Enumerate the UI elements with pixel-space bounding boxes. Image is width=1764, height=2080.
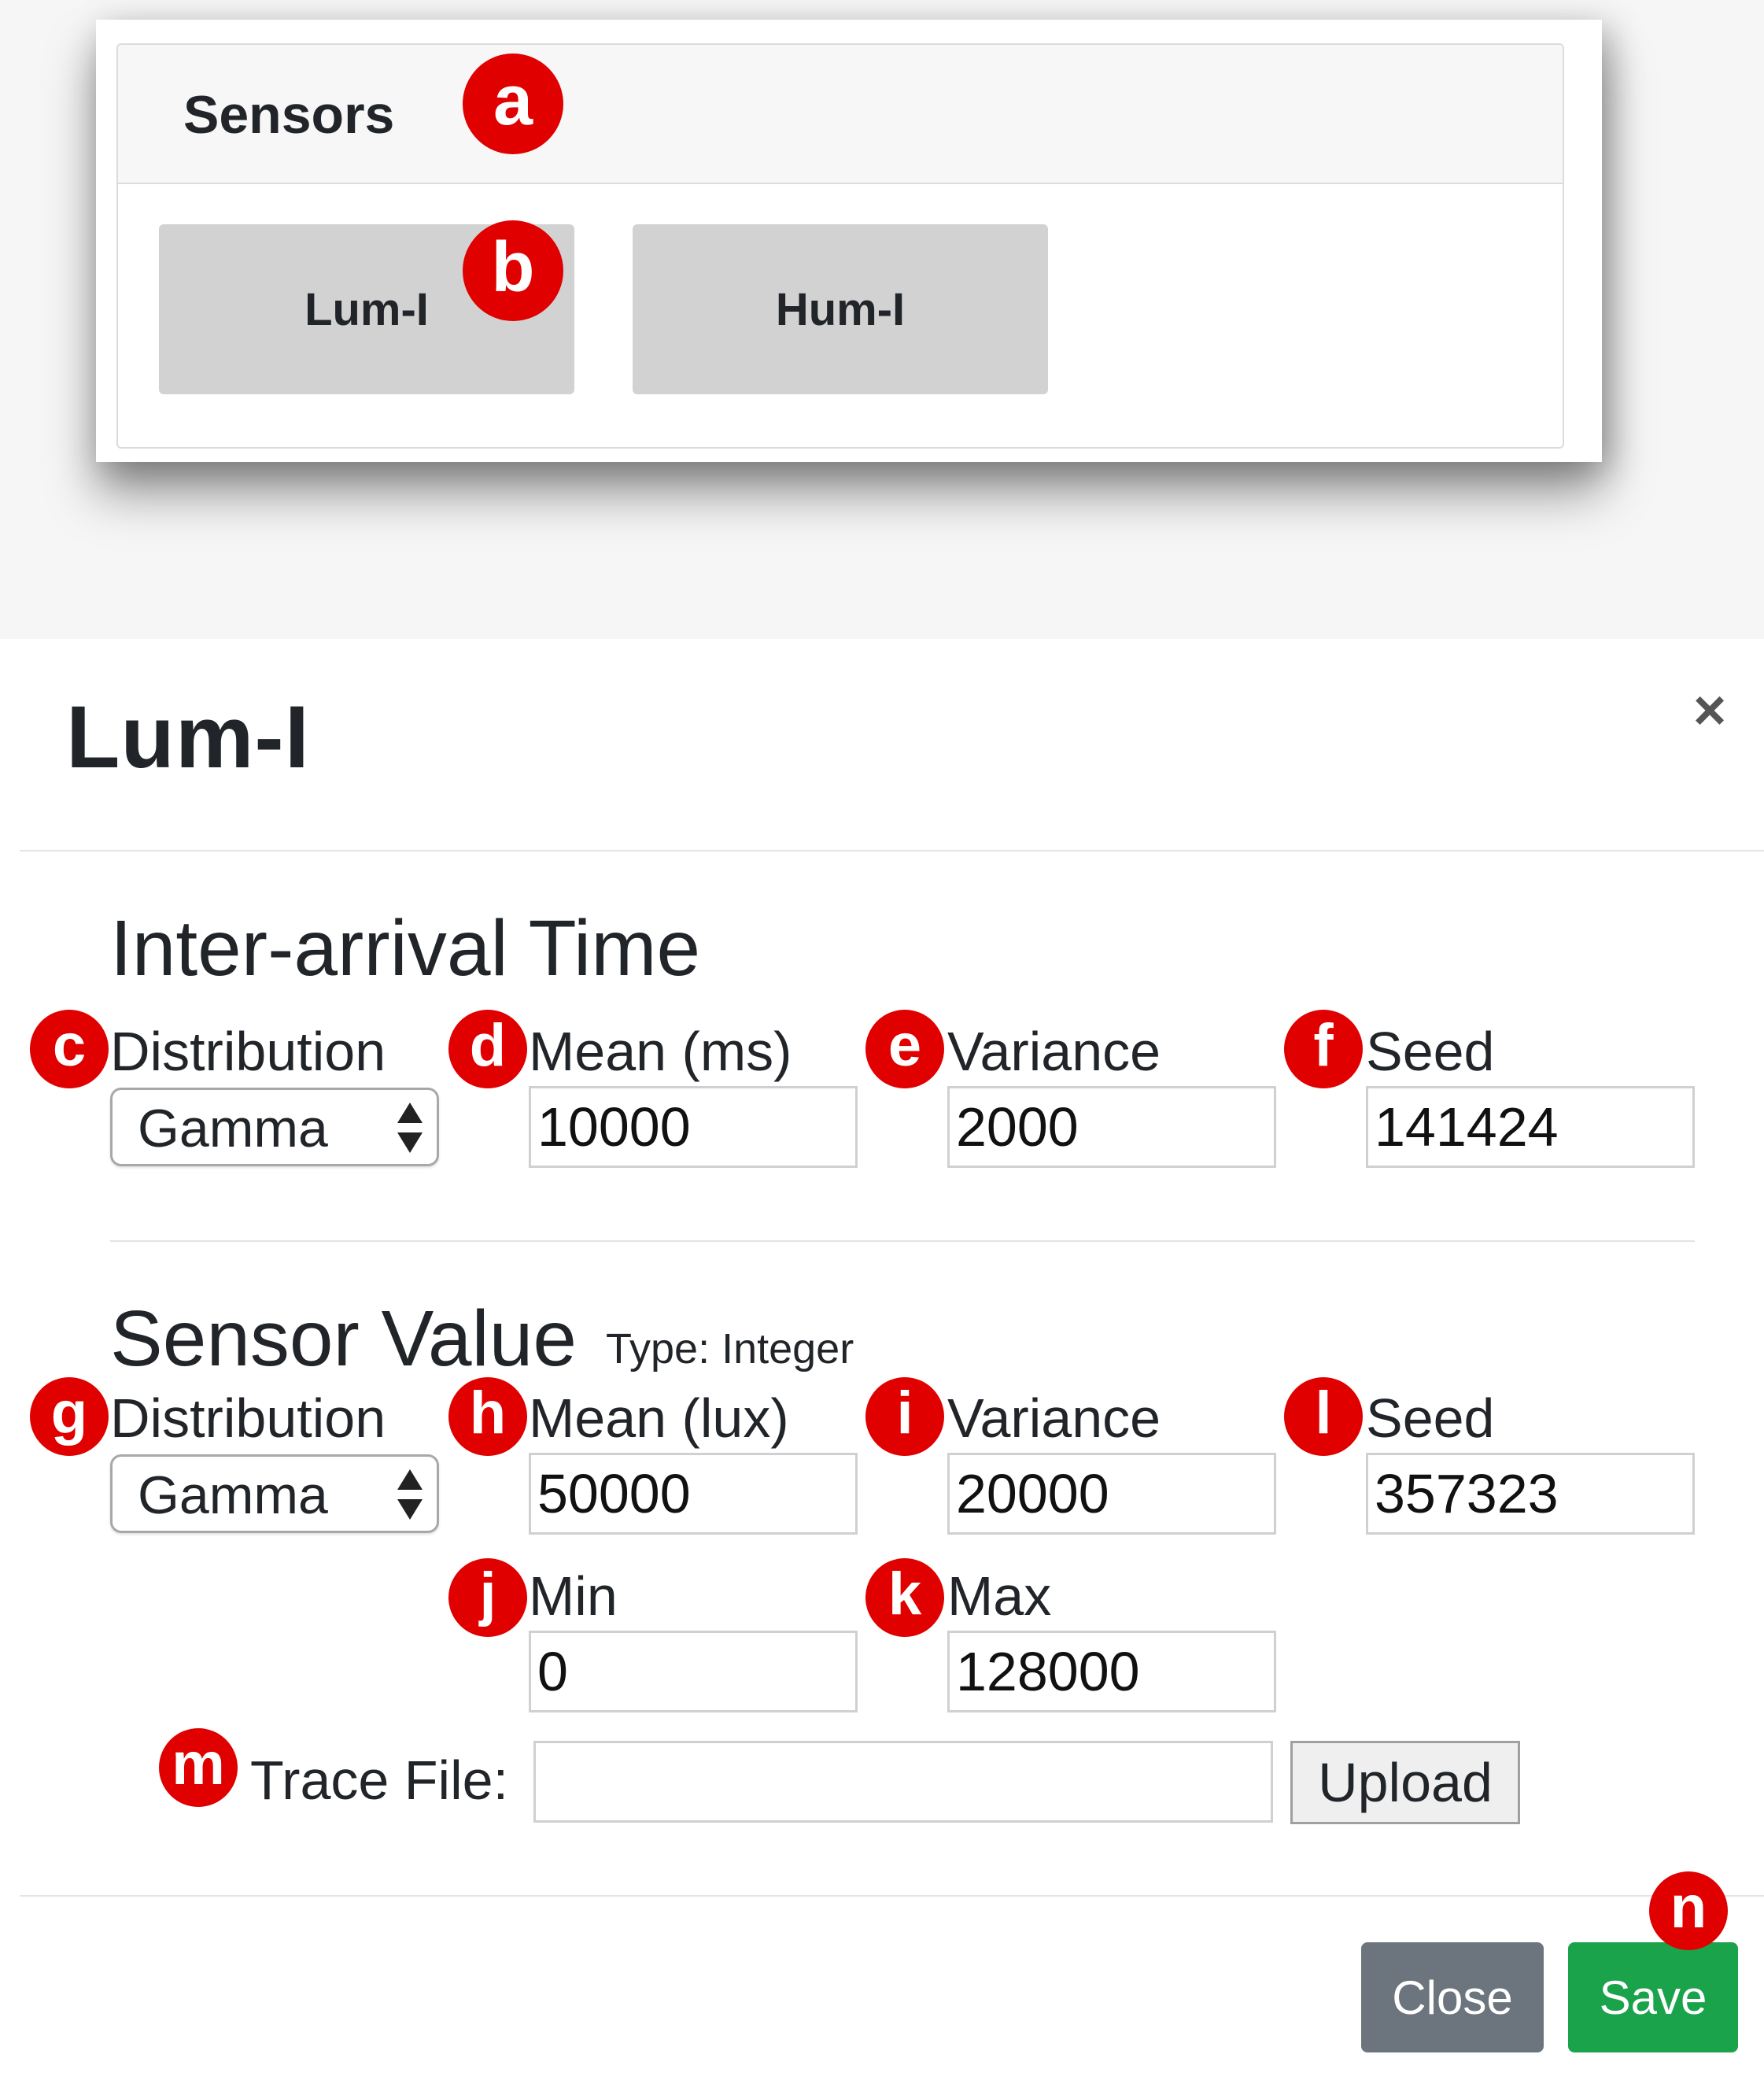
ia-distribution-value: Gamma	[138, 1099, 328, 1158]
callout-a: a	[463, 54, 563, 154]
sv-mean-input[interactable]	[529, 1453, 858, 1535]
sv-min-label: Min	[529, 1565, 618, 1627]
callout-d: d	[448, 1010, 527, 1088]
callout-e: e	[865, 1010, 944, 1088]
sv-distribution-value: Gamma	[138, 1465, 328, 1525]
callout-k: k	[865, 1558, 944, 1637]
callout-j: j	[448, 1558, 527, 1637]
close-icon[interactable]: ×	[1693, 678, 1726, 743]
sensor-value-heading: Sensor Value	[110, 1295, 577, 1383]
ia-mean-label: Mean (ms)	[529, 1021, 792, 1082]
sv-distribution-select[interactable]: Gamma	[110, 1454, 439, 1533]
modal-title: Lum-I	[66, 688, 310, 786]
callout-b: b	[463, 220, 563, 321]
ia-distribution-select[interactable]: Gamma	[110, 1088, 439, 1166]
sv-min-input[interactable]	[529, 1631, 858, 1712]
sv-max-label: Max	[947, 1565, 1052, 1627]
select-arrows-icon	[397, 1469, 423, 1520]
callout-c: c	[30, 1010, 109, 1088]
sv-mean-label: Mean (lux)	[529, 1387, 789, 1449]
ia-variance-input[interactable]	[947, 1086, 1276, 1168]
sensors-preview-area: Sensors Lum-I Hum-I	[0, 0, 1764, 639]
callout-f: f	[1284, 1010, 1363, 1088]
callout-m: m	[159, 1728, 238, 1807]
sensors-card: Sensors Lum-I Hum-I	[116, 43, 1564, 449]
trace-file-input[interactable]	[533, 1741, 1273, 1823]
inter-arrival-heading: Inter-arrival Time	[110, 904, 701, 992]
sv-seed-input[interactable]	[1366, 1453, 1695, 1535]
save-button[interactable]: Save	[1568, 1942, 1738, 2052]
ia-seed-label: Seed	[1366, 1021, 1495, 1082]
sensors-card-header: Sensors	[118, 45, 1563, 184]
sv-variance-input[interactable]	[947, 1453, 1276, 1535]
sensors-title: Sensors	[183, 85, 395, 145]
callout-n: n	[1649, 1871, 1728, 1950]
ia-variance-label: Variance	[947, 1021, 1161, 1082]
ia-distribution-label: Distribution	[110, 1021, 386, 1082]
section-divider	[110, 1240, 1695, 1242]
upload-button[interactable]: Upload	[1290, 1741, 1520, 1824]
ia-seed-input[interactable]	[1366, 1086, 1695, 1168]
close-button[interactable]: Close	[1361, 1942, 1544, 2052]
callout-g: g	[30, 1377, 109, 1456]
callout-h: h	[448, 1377, 527, 1456]
sv-distribution-label: Distribution	[110, 1387, 386, 1449]
callout-i: i	[865, 1377, 944, 1456]
sensor-value-type: Type: Integer	[606, 1325, 854, 1373]
modal-footer-divider	[20, 1895, 1764, 1897]
sv-seed-label: Seed	[1366, 1387, 1495, 1449]
sv-max-input[interactable]	[947, 1631, 1276, 1712]
trace-file-label: Trace File:	[250, 1749, 509, 1811]
ia-mean-input[interactable]	[529, 1086, 858, 1168]
modal-header-divider	[20, 850, 1764, 852]
sensor-button-hum-i[interactable]: Hum-I	[633, 224, 1048, 394]
sv-variance-label: Variance	[947, 1387, 1161, 1449]
select-arrows-icon	[397, 1103, 423, 1153]
callout-l: l	[1284, 1377, 1363, 1456]
